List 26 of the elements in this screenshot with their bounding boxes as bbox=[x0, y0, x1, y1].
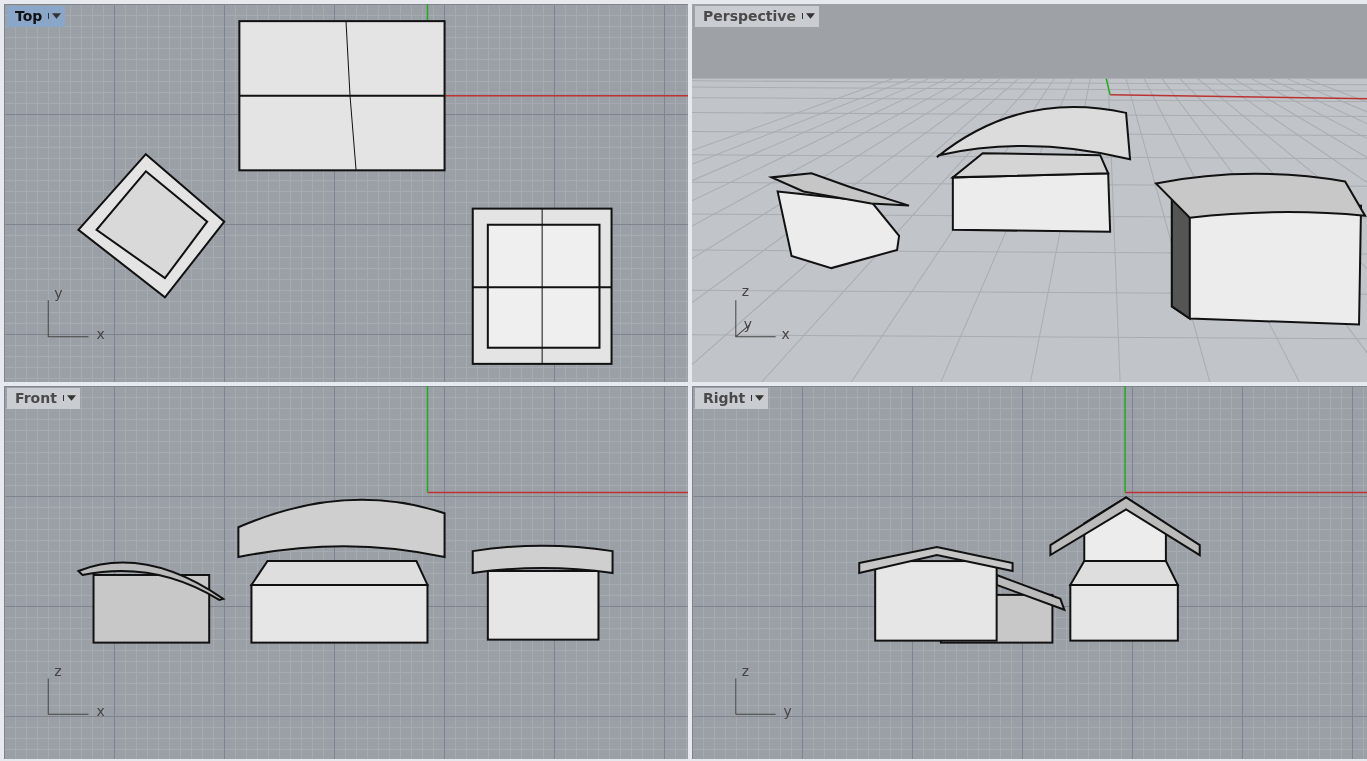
axis-label: x bbox=[96, 325, 105, 342]
viewport-tab[interactable]: Front bbox=[7, 388, 80, 409]
axis-icon bbox=[735, 677, 777, 715]
viewport-tab[interactable]: Top bbox=[7, 6, 66, 27]
axis-icon bbox=[735, 299, 777, 338]
y-axis-line bbox=[1105, 77, 1111, 96]
axis-label: y bbox=[783, 703, 792, 720]
axis-label: x bbox=[781, 325, 790, 342]
viewport-tab[interactable]: Perspective bbox=[695, 6, 819, 27]
axis-label: z bbox=[54, 663, 62, 680]
caret-icon bbox=[801, 13, 815, 19]
viewport[interactable]: Perspective z y x bbox=[692, 4, 1367, 382]
viewport[interactable]: Right z y bbox=[692, 386, 1367, 759]
axis-label: x bbox=[96, 703, 105, 720]
axis-icon bbox=[47, 299, 89, 338]
viewport[interactable]: Top y x bbox=[4, 4, 688, 382]
axis-label: z bbox=[741, 283, 750, 300]
axis-label: y bbox=[743, 315, 752, 332]
caret-icon bbox=[751, 395, 765, 401]
viewport[interactable]: Front z x bbox=[4, 386, 688, 759]
axis-label: z bbox=[741, 663, 750, 680]
axis-icon bbox=[47, 677, 89, 715]
viewport-tab[interactable]: Right bbox=[695, 388, 769, 409]
axis-label: y bbox=[54, 285, 63, 302]
caret-icon bbox=[62, 395, 76, 401]
caret-icon bbox=[48, 13, 62, 19]
